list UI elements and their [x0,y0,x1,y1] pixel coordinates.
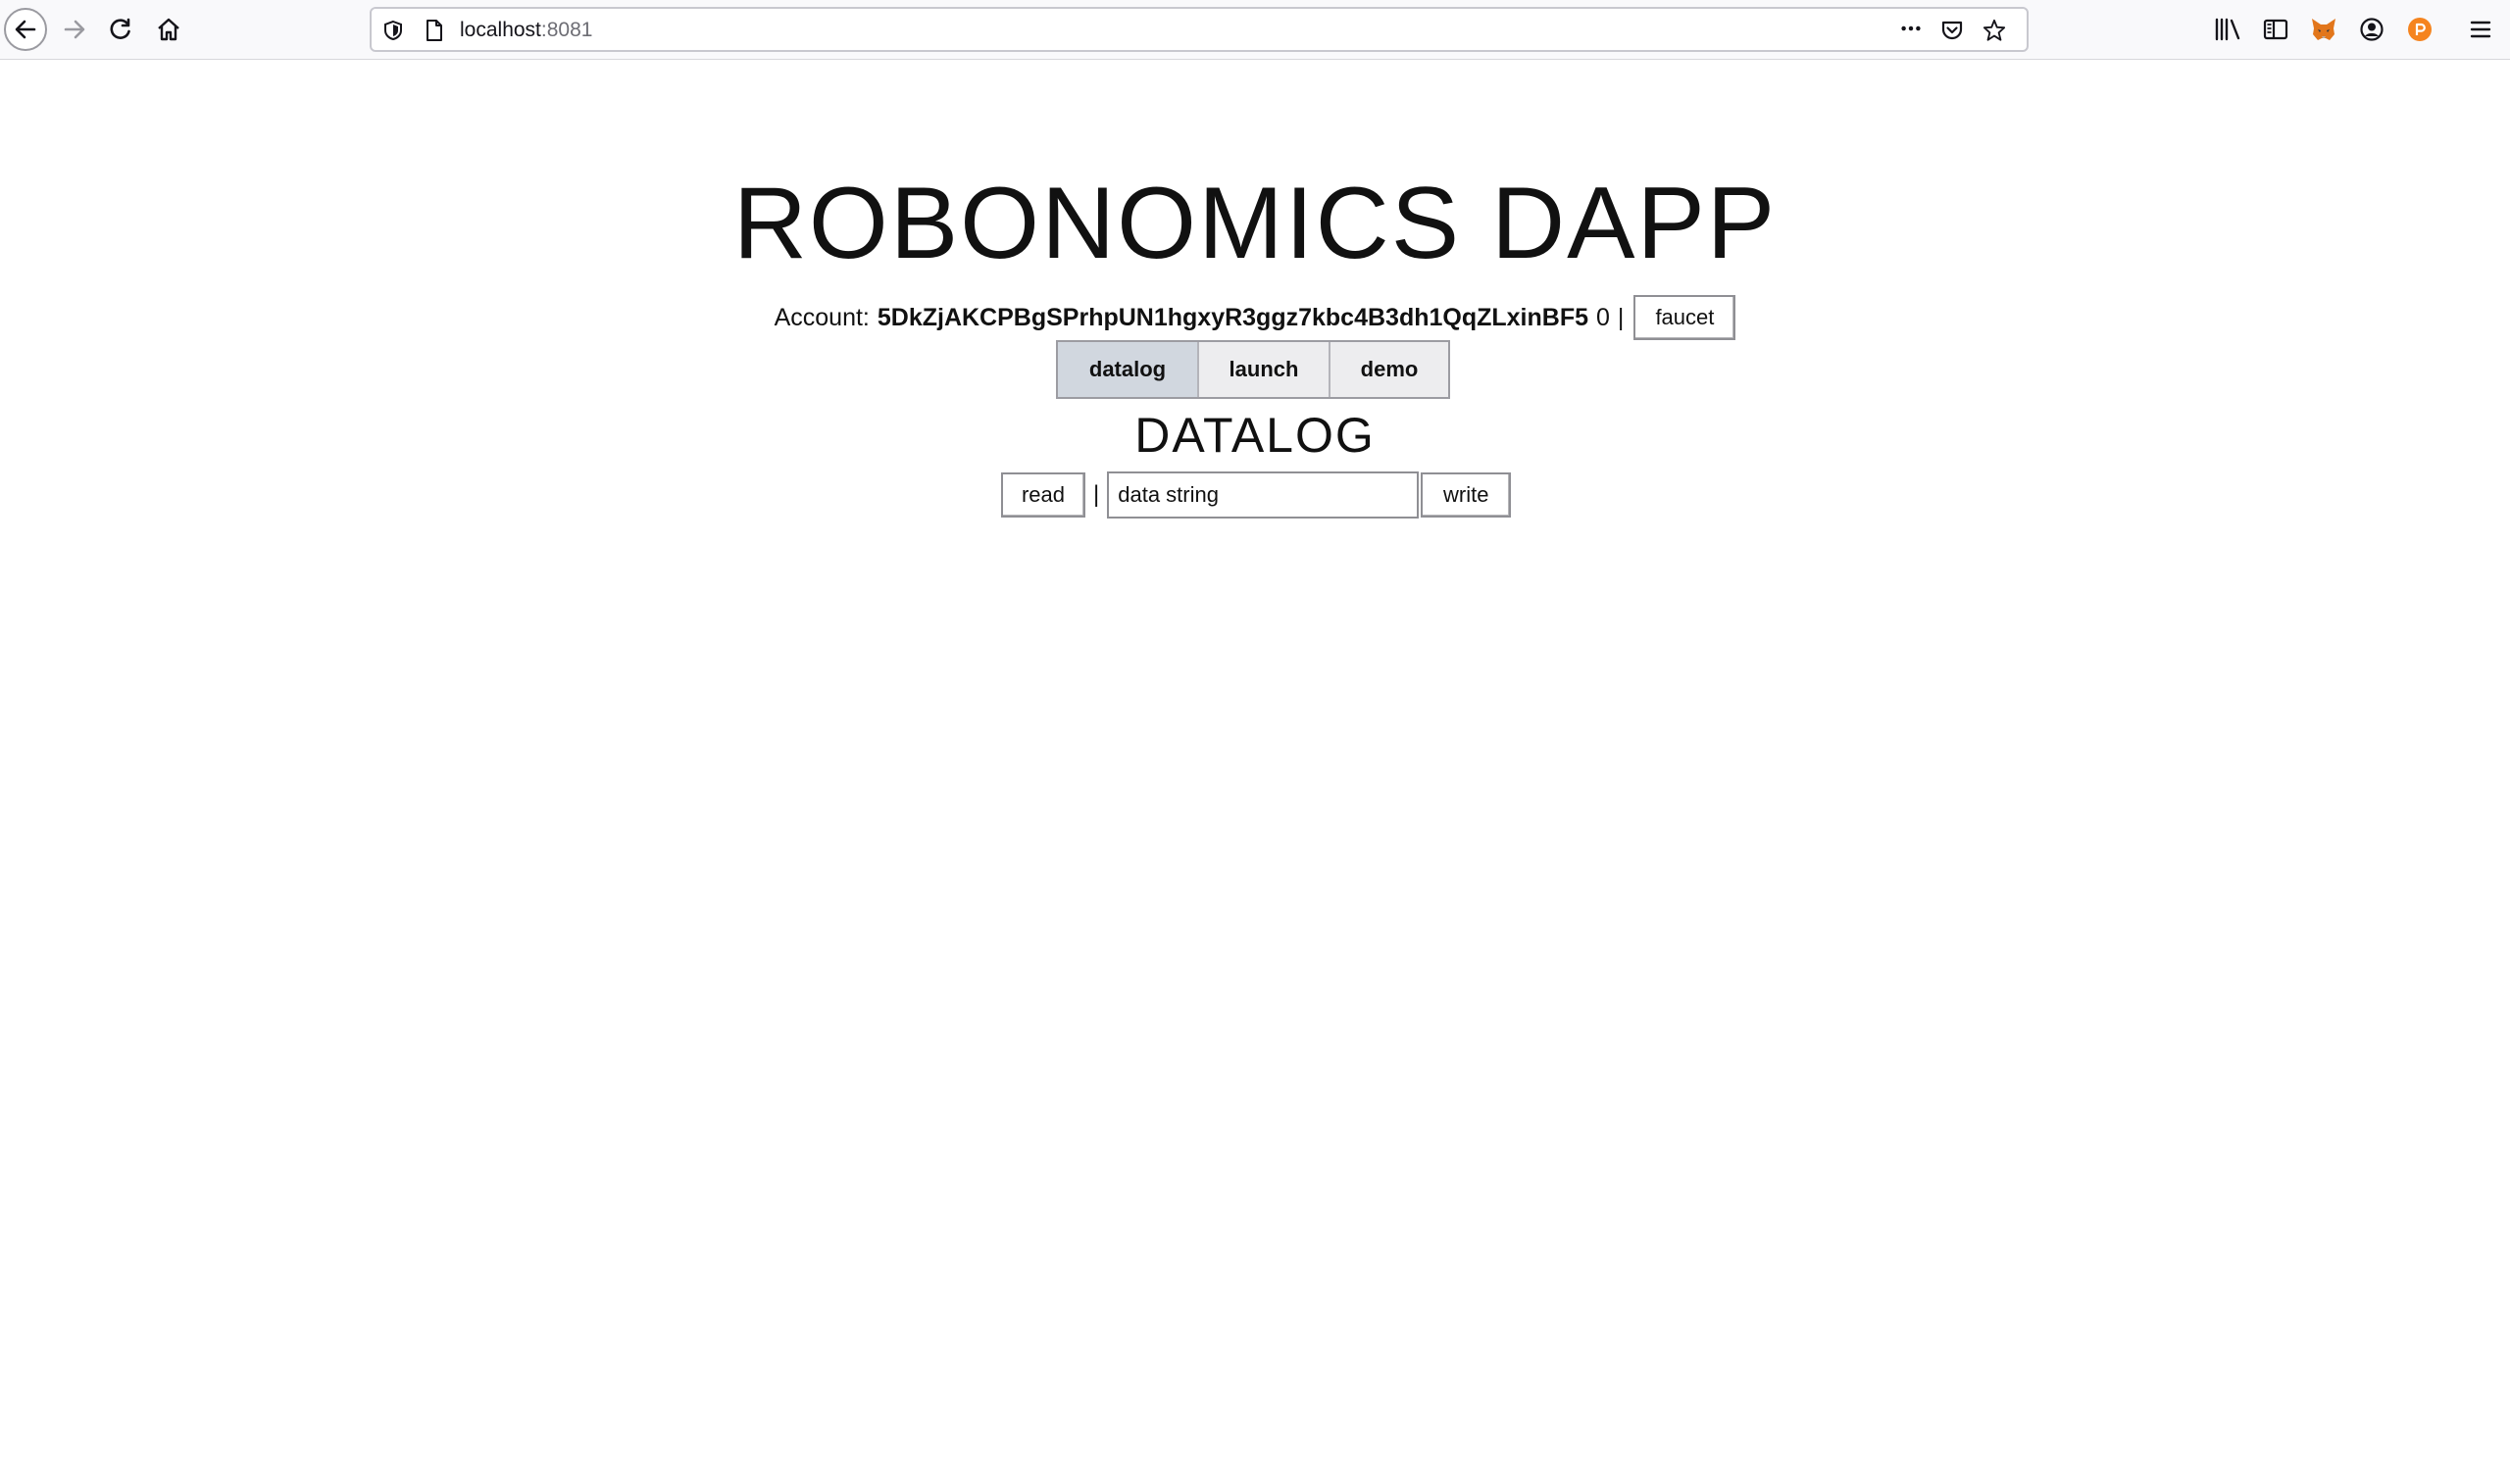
tab-datalog[interactable]: datalog [1058,342,1199,397]
library-icon[interactable] [2214,16,2241,43]
reload-icon [110,18,130,39]
pocket-icon[interactable] [1940,19,1964,42]
fox-icon[interactable] [2310,16,2337,43]
hamburger-menu-icon[interactable] [2467,16,2494,43]
section-title: DATALOG [1134,408,1376,463]
write-button[interactable]: write [1421,472,1512,518]
url-text[interactable]: localhost:8081 [460,19,592,42]
data-string-input[interactable] [1107,471,1420,519]
home-button[interactable] [147,8,190,51]
sidebar-icon[interactable] [2262,16,2289,43]
page-icon [423,19,446,42]
star-icon[interactable] [1983,19,2006,42]
url-host: localhost [460,19,541,41]
shield-icon[interactable] [381,19,405,42]
tab-launch[interactable]: launch [1199,342,1330,397]
tab-bar: datalog launch demo [1056,340,1450,399]
account-separator: | [1617,303,1625,331]
account-row: Account: 5DkZjAKCPBgSPrhpUN1hgxyR3ggz7kb… [0,294,2510,341]
forward-arrow-icon [64,20,85,39]
tab-demo[interactable]: demo [1330,342,1448,397]
url-bar[interactable]: localhost:8081 [370,7,2029,52]
account-label: Account: [774,303,870,331]
account-balance: 0 [1596,303,1610,331]
url-port: :8081 [540,19,593,41]
browser-toolbar: localhost:8081 [0,0,2510,60]
extension-icon[interactable] [2406,16,2434,43]
more-dots-icon[interactable] [1899,17,1923,40]
page-title: ROBONOMICS DAPP [732,167,1778,280]
home-icon [158,18,179,41]
datalog-controls: read | write [1001,470,1512,519]
back-button[interactable] [4,8,47,51]
forward-button[interactable] [53,8,96,51]
datalog-separator: | [1093,481,1100,508]
faucet-button[interactable]: faucet [1633,295,1736,340]
account-address: 5DkZjAKCPBgSPrhpUN1hgxyR3ggz7kbc4B3dh1Qq… [877,303,1588,331]
account-icon[interactable] [2358,16,2385,43]
reload-button[interactable] [99,8,142,51]
back-arrow-icon [15,20,36,39]
read-button[interactable]: read [1001,472,1085,518]
